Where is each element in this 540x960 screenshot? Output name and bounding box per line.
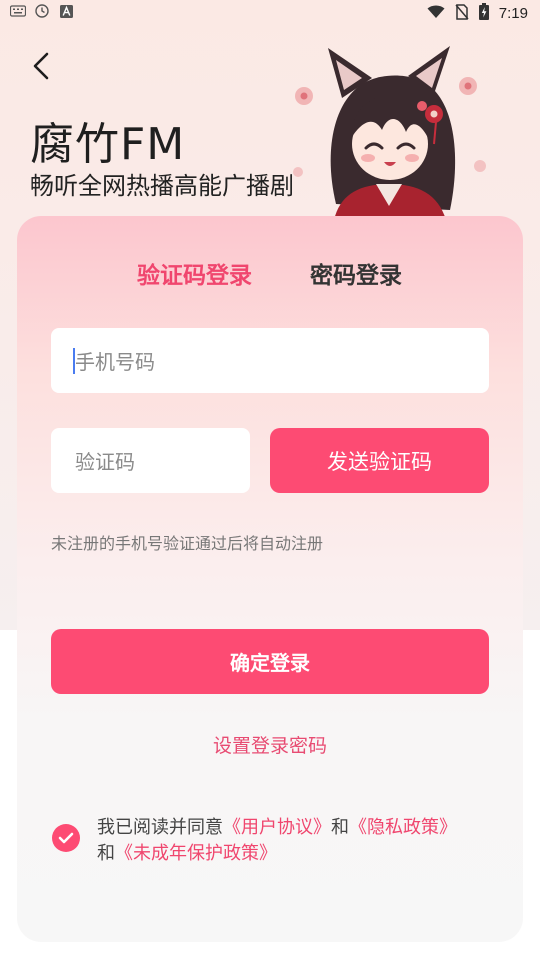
- confirm-login-button[interactable]: 确定登录: [51, 629, 489, 694]
- clock-time: 7:19: [498, 5, 528, 22]
- code-placeholder: 验证码: [75, 450, 135, 474]
- wifi-icon: [427, 5, 445, 23]
- chevron-left-icon: [33, 52, 49, 80]
- phone-placeholder: 手机号码: [75, 350, 155, 374]
- mascot-illustration: [293, 46, 486, 220]
- tab-code-login[interactable]: 验证码登录: [137, 256, 252, 290]
- agreement-prefix: 我已阅读并同意: [97, 817, 223, 838]
- privacy-policy-link[interactable]: 《隐私政策》: [349, 817, 457, 838]
- tab-password-login[interactable]: 密码登录: [310, 256, 402, 290]
- phone-input[interactable]: 手机号码: [51, 328, 489, 393]
- clock-icon: [34, 4, 50, 18]
- set-password-link[interactable]: 设置登录密码: [0, 731, 540, 758]
- battery-charging-icon: [478, 3, 489, 24]
- code-input[interactable]: 验证码: [51, 428, 250, 493]
- back-button[interactable]: [26, 48, 56, 84]
- no-sim-icon: [455, 3, 469, 24]
- send-code-button[interactable]: 发送验证码: [270, 428, 489, 493]
- keyboard-icon: [10, 4, 26, 18]
- auto-register-hint: 未注册的手机号验证通过后将自动注册: [51, 534, 324, 553]
- user-agreement-link[interactable]: 《用户协议》: [223, 817, 331, 838]
- check-icon: [58, 832, 74, 844]
- agreement-and-1: 和: [331, 817, 349, 838]
- app-subtitle: 畅听全网热播高能广播剧: [30, 172, 294, 200]
- agreement-checkbox[interactable]: [52, 824, 80, 852]
- a-icon: [58, 4, 74, 18]
- agreement-and-2: 和: [97, 843, 115, 864]
- app-title: 腐竹FM: [30, 119, 186, 170]
- agreement-text: 我已阅读并同意《用户协议》和《隐私政策》 和《未成年保护政策》: [97, 815, 497, 867]
- status-bar: 7:19: [0, 0, 540, 26]
- minor-policy-link[interactable]: 《未成年保护政策》: [115, 843, 277, 864]
